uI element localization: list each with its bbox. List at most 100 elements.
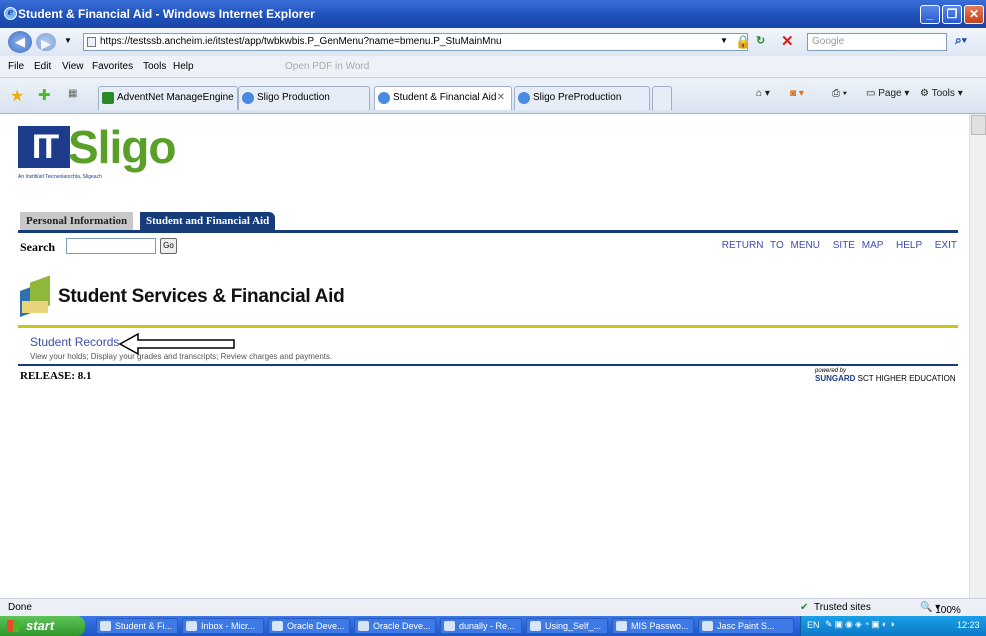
clock: 12:23: [957, 620, 980, 630]
taskbar-item[interactable]: Using_Self_...: [526, 618, 608, 634]
tab-sligo-preproduction[interactable]: Sligo PreProduction: [514, 86, 650, 110]
address-field[interactable]: https://testssb.ancheim.ie/itstest/app/t…: [83, 33, 748, 51]
page-menu[interactable]: ▭ Page ▾: [866, 88, 909, 99]
ie-window: e Student & Financial Aid - Windows Inte…: [0, 0, 986, 636]
new-tab-button[interactable]: [652, 86, 672, 110]
page-menu-label: Page: [878, 88, 902, 99]
tray-icons[interactable]: ✎▣◉◈◔▣◐◑: [825, 619, 897, 630]
tools-menu[interactable]: ⚙ Tools ▾: [920, 88, 963, 99]
tab-student-financial-aid-page[interactable]: Student and Financial Aid: [140, 212, 276, 230]
quick-tabs-icon[interactable]: ▦: [68, 88, 77, 99]
status-bar: Done ✔ Trusted sites 🔍 100% ▾: [0, 598, 986, 616]
taskbar-item[interactable]: Oracle Deve...: [354, 618, 436, 634]
start-button[interactable]: start: [0, 616, 85, 636]
menu-tools[interactable]: Tools: [143, 61, 166, 72]
page-icon: [87, 37, 96, 47]
menu-view[interactable]: View: [62, 61, 84, 72]
system-tray: EN ✎▣◉◈◔▣◐◑ 12:23: [800, 616, 986, 636]
windows-flag-icon: [7, 620, 19, 632]
tab-label: AdventNet ManageEngine Se...: [117, 92, 237, 103]
release-label: RELEASE: 8.1: [20, 370, 92, 382]
menu-help[interactable]: Help: [173, 61, 194, 72]
address-url: https://testssb.ancheim.ie/itstest/app/t…: [100, 36, 502, 47]
address-toolbar: ◀ ▶ ▼ https://testssb.ancheim.ie/itstest…: [0, 28, 986, 56]
vertical-scrollbar[interactable]: [969, 114, 986, 598]
tab-favicon: [378, 92, 390, 104]
divider: [18, 364, 958, 366]
divider: [18, 325, 958, 328]
tab-personal-information[interactable]: Personal Information: [20, 212, 134, 230]
home-icon[interactable]: ⌂ ▾: [756, 88, 770, 99]
student-records-description: View your holds; Display your grades and…: [30, 352, 333, 361]
help-link[interactable]: HELP: [896, 240, 922, 251]
tools-menu-label: Tools: [931, 88, 955, 99]
history-dropdown-icon[interactable]: ▼: [64, 36, 72, 45]
tab-row: ★ ✚ ▦ AdventNet ManageEngine Se... Sligo…: [0, 78, 986, 114]
taskbar-item[interactable]: MIS Passwo...: [612, 618, 694, 634]
return-to-menu-link[interactable]: RETURN TO MENU: [722, 240, 820, 251]
search-input[interactable]: Google: [807, 33, 947, 51]
language-indicator[interactable]: EN: [807, 620, 820, 630]
tab-close-icon[interactable]: ✕: [497, 87, 505, 109]
divider: [18, 230, 958, 233]
page-search-input[interactable]: [66, 238, 156, 254]
zoom-level: 100%: [935, 605, 961, 616]
menu-bar: File Edit View Favorites Tools Help Open…: [0, 56, 986, 78]
logo-sligo: Sligo: [68, 121, 176, 173]
tab-adventnet[interactable]: AdventNet ManageEngine Se...: [98, 86, 238, 110]
back-button[interactable]: ◀: [8, 31, 32, 53]
sungard-logo: powered by SUNGARD SCT HIGHER EDUCATION: [815, 368, 956, 383]
status-text: Done: [8, 602, 32, 613]
check-icon: ✔: [800, 602, 809, 613]
top-links: RETURN TO MENU SITE MAP HELP EXIT: [716, 240, 957, 251]
stop-icon[interactable]: ✕: [781, 32, 794, 50]
it-sligo-logo: IT Sligo An Institiúid Teicneolaíochta, …: [18, 121, 198, 188]
tab-student-financial-aid[interactable]: Student & Financial Aid ✕: [374, 86, 512, 110]
sungard-suffix: SCT HIGHER EDUCATION: [855, 374, 956, 383]
add-favorite-icon[interactable]: ✚: [38, 86, 51, 104]
search-label: Search: [20, 240, 56, 254]
page-title: Student Services & Financial Aid: [58, 286, 345, 307]
open-pdf-button[interactable]: Open PDF in Word: [285, 61, 369, 72]
tab-favicon: [102, 92, 114, 104]
tab-label: Sligo Production: [257, 92, 330, 103]
page-content: IT Sligo An Institiúid Teicneolaíochta, …: [0, 114, 969, 598]
print-icon[interactable]: ⎙ ▾: [832, 88, 847, 99]
taskbar-item[interactable]: Inbox - Micr...: [182, 618, 264, 634]
taskbar-item[interactable]: Jasc Paint S...: [698, 618, 794, 634]
taskbar-item[interactable]: dunally - Re...: [440, 618, 522, 634]
favorites-star-icon[interactable]: ★: [10, 86, 24, 106]
taskbar-item[interactable]: Student & Fi...: [96, 618, 178, 634]
student-records-link[interactable]: Student Records: [30, 335, 119, 349]
taskbar: start Student & Fi... Inbox - Micr... Or…: [0, 616, 986, 636]
tab-favicon: [518, 92, 530, 104]
scrollbar-thumb[interactable]: [971, 115, 986, 135]
search-icon[interactable]: ⌕▾: [955, 33, 967, 48]
go-button[interactable]: Go: [160, 238, 177, 254]
taskbar-item[interactable]: Oracle Deve...: [268, 618, 350, 634]
ie-icon: e: [4, 7, 17, 20]
menu-edit[interactable]: Edit: [34, 61, 51, 72]
tab-label: Sligo PreProduction: [533, 92, 622, 103]
logo-subtitle: An Institiúid Teicneolaíochta, Sligeach: [18, 174, 102, 180]
site-map-link[interactable]: SITE MAP: [833, 240, 884, 251]
menu-file[interactable]: File: [8, 61, 24, 72]
close-button[interactable]: ✕: [964, 5, 984, 24]
search-placeholder: Google: [812, 36, 845, 47]
address-dropdown-icon[interactable]: ▼: [720, 36, 728, 45]
refresh-icon[interactable]: ↻: [756, 34, 765, 47]
zoom-control[interactable]: 🔍 100% ▾: [920, 602, 961, 616]
exit-link[interactable]: EXIT: [935, 240, 957, 251]
logo-it: IT: [18, 126, 70, 168]
minimize-button[interactable]: _: [920, 5, 940, 24]
tab-sligo-production[interactable]: Sligo Production: [238, 86, 370, 110]
lock-icon[interactable]: 🔒: [735, 34, 751, 50]
zone-text: Trusted sites: [814, 602, 871, 613]
forward-button[interactable]: ▶: [36, 33, 56, 51]
maximize-button[interactable]: ❐: [942, 5, 962, 24]
feeds-icon[interactable]: ◙ ▾: [790, 88, 804, 99]
sungard-name: SUNGARD: [815, 374, 856, 383]
tab-label: Student & Financial Aid: [393, 92, 497, 103]
title-bar: e Student & Financial Aid - Windows Inte…: [0, 0, 986, 28]
menu-favorites[interactable]: Favorites: [92, 61, 133, 72]
